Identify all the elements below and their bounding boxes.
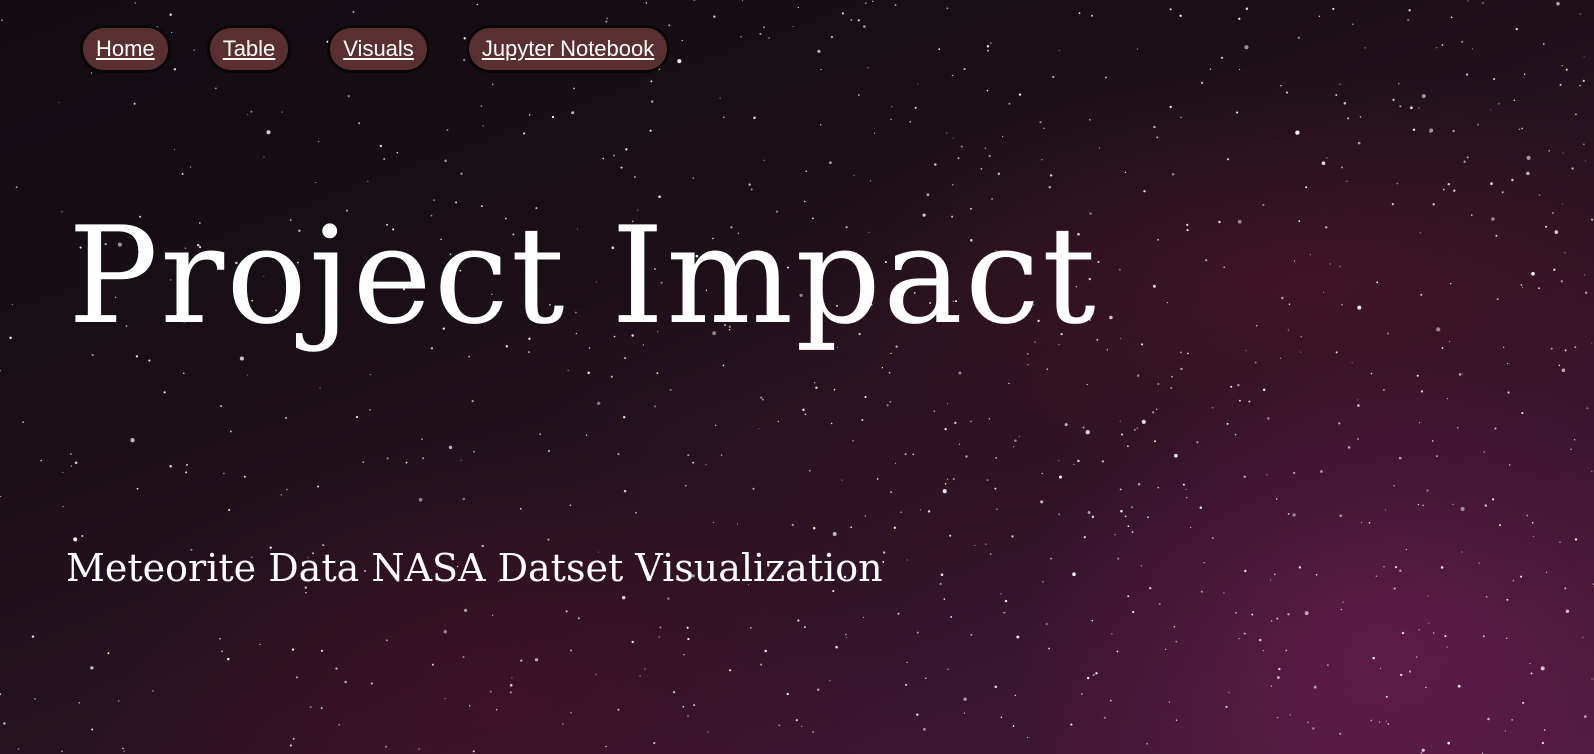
nav-link-jupyter-notebook[interactable]: Jupyter Notebook <box>465 25 671 73</box>
nav-link-visuals[interactable]: Visuals <box>327 25 430 73</box>
top-navigation: Home Table Visuals Jupyter Notebook <box>80 25 671 73</box>
nav-link-home[interactable]: Home <box>80 25 171 73</box>
starfield-background <box>0 0 1594 754</box>
nav-link-table[interactable]: Table <box>206 25 292 73</box>
page-title: Project Impact <box>68 198 1098 354</box>
page-subtitle: Meteorite Data NASA Datset Visualization <box>66 546 883 590</box>
